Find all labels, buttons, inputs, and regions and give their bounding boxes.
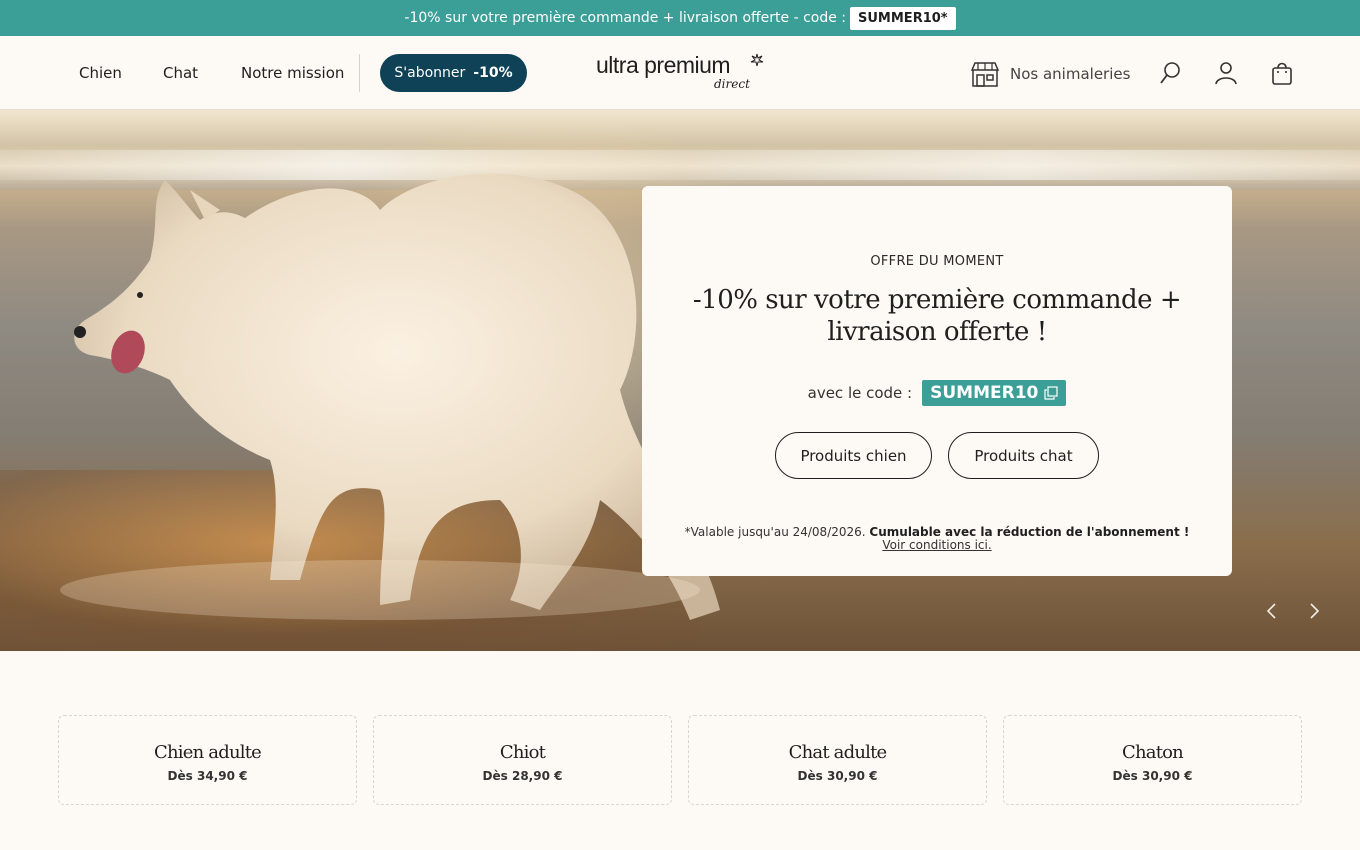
- promo-code-prefix: avec le code :: [807, 384, 913, 402]
- promo-card: OFFRE DU MOMENT -10% sur votre première …: [642, 186, 1232, 576]
- bag-icon[interactable]: [1270, 61, 1294, 85]
- category-price: Dès 30,90 €: [1112, 769, 1193, 783]
- category-name: Chien adulte: [154, 742, 262, 763]
- copy-icon: [1044, 386, 1058, 400]
- store-icon: [970, 62, 1000, 87]
- leaf-icon: [750, 53, 764, 67]
- hero-banner: OFFRE DU MOMENT -10% sur votre première …: [0, 110, 1360, 651]
- nav-item-chien[interactable]: Chien: [79, 64, 122, 82]
- announcement-code: SUMMER10*: [850, 6, 956, 30]
- search-icon[interactable]: [1158, 61, 1182, 85]
- announcement-bar: -10% sur votre première commande + livra…: [0, 0, 1360, 36]
- nav-item-mission[interactable]: Notre mission: [241, 64, 344, 82]
- category-card-chaton[interactable]: Chaton Dès 30,90 €: [1003, 715, 1302, 805]
- subscribe-label: S'abonner: [394, 65, 466, 81]
- promo-fine-print: *Valable jusqu'au 24/08/2026. Cumulable …: [642, 526, 1232, 552]
- promo-code-text: SUMMER10: [930, 383, 1039, 403]
- chevron-right-icon[interactable]: [1304, 600, 1324, 622]
- category-name: Chiot: [499, 742, 546, 763]
- nav-item-chat[interactable]: Chat: [163, 64, 198, 82]
- logo-sub-text: direct: [714, 77, 750, 91]
- category-price: Dès 34,90 €: [167, 769, 248, 783]
- fine-print-bold: Cumulable avec la réduction de l'abonnem…: [869, 525, 1190, 539]
- promo-code-row: avec le code : SUMMER10: [642, 380, 1232, 406]
- stores-link[interactable]: Nos animaleries: [970, 60, 1130, 88]
- logo-main-text: ultra premium: [596, 52, 731, 78]
- category-name: Chaton: [1122, 742, 1184, 763]
- nav-divider: [359, 54, 360, 92]
- subscribe-button[interactable]: S'abonner -10%: [380, 54, 527, 92]
- category-card-chat-adulte[interactable]: Chat adulte Dès 30,90 €: [688, 715, 987, 805]
- conditions-link[interactable]: Voir conditions ici.: [882, 538, 991, 552]
- dog-products-button[interactable]: Produits chien: [775, 432, 932, 479]
- category-card-chiot[interactable]: Chiot Dès 28,90 €: [373, 715, 672, 805]
- category-card-chien-adulte[interactable]: Chien adulte Dès 34,90 €: [58, 715, 357, 805]
- stores-label: Nos animaleries: [1010, 65, 1131, 83]
- user-icon[interactable]: [1214, 61, 1238, 85]
- promo-code-chip[interactable]: SUMMER10: [922, 380, 1067, 406]
- category-price: Dès 30,90 €: [797, 769, 878, 783]
- chevron-left-icon[interactable]: [1262, 600, 1282, 622]
- site-header: Chien Chat Notre mission S'abonner -10% …: [0, 36, 1360, 110]
- category-name: Chat adulte: [788, 742, 888, 763]
- subscribe-discount: -10%: [473, 65, 513, 81]
- promo-eyebrow: OFFRE DU MOMENT: [870, 254, 1004, 269]
- category-price: Dès 28,90 €: [482, 769, 563, 783]
- site-logo[interactable]: ultra premium direct: [596, 50, 766, 96]
- announcement-text: -10% sur votre première commande + livra…: [404, 10, 847, 26]
- fine-print-text: *Valable jusqu'au 24/08/2026.: [684, 525, 866, 539]
- cat-products-button[interactable]: Produits chat: [948, 432, 1099, 479]
- promo-headline: -10% sur votre première commande + livra…: [692, 285, 1182, 347]
